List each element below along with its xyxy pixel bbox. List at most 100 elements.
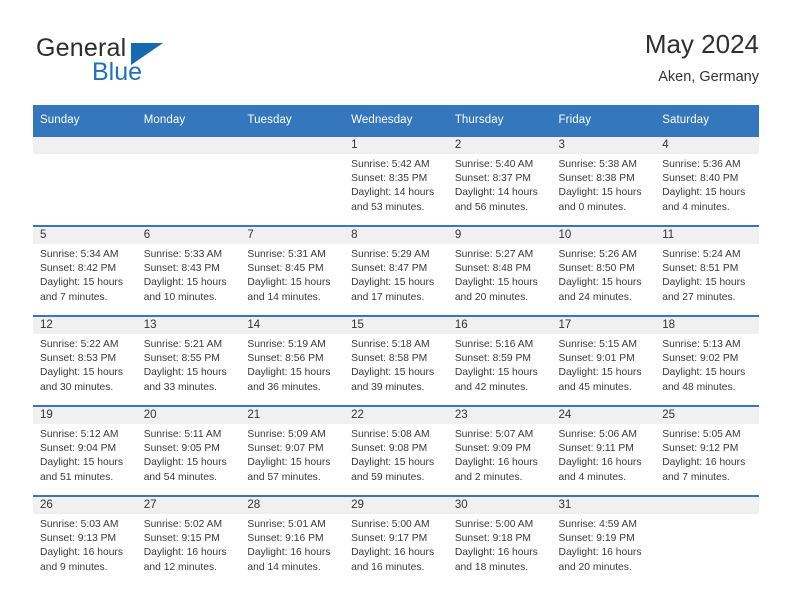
- sunset-text: Sunset: 8:50 PM: [558, 263, 635, 275]
- daylight-text-line2: and 48 minutes.: [662, 381, 736, 393]
- daylight-text-line1: Daylight: 14 hours: [351, 187, 435, 199]
- brand-name-blue: Blue: [92, 58, 143, 86]
- calendar-week-row: 1 Sunrise: 5:42 AM Sunset: 8:35 PM Daylight…: [33, 135, 759, 226]
- day-cell[interactable]: 6 Sunrise: 5:33 AM Sunset: 8:43 PM Daylight…: [136, 225, 241, 316]
- day-details: Sunrise: 5:00 AM Sunset: 9:17 PM Daylight:…: [344, 514, 448, 575]
- day-number: 15: [344, 317, 448, 334]
- daylight-text-line2: and 30 minutes.: [40, 381, 114, 393]
- day-number: 14: [240, 317, 345, 334]
- day-cell[interactable]: 19 Sunrise: 5:12 AM Sunset: 9:04 PM Dayligh…: [33, 405, 137, 496]
- day-number: 9: [447, 227, 552, 244]
- day-details: Sunrise: 4:59 AM Sunset: 9:19 PM Daylight:…: [552, 514, 656, 575]
- daylight-text-line2: and 7 minutes.: [40, 291, 108, 303]
- day-details: Sunrise: 5:24 AM Sunset: 8:51 PM Daylight:…: [655, 244, 759, 305]
- brand-logo[interactable]: General Blue: [36, 34, 266, 94]
- day-cell[interactable]: 29 Sunrise: 5:00 AM Sunset: 9:17 PM Dayligh…: [344, 495, 448, 585]
- sunrise-text: Sunrise: 5:09 AM: [247, 429, 326, 440]
- day-cell[interactable]: 23 Sunrise: 5:07 AM Sunset: 9:09 PM Dayligh…: [447, 405, 552, 496]
- day-cell[interactable]: 30 Sunrise: 5:00 AM Sunset: 9:18 PM Dayligh…: [447, 495, 552, 585]
- day-details: Sunrise: 5:03 AM Sunset: 9:13 PM Daylight:…: [33, 514, 137, 575]
- day-cell[interactable]: 3 Sunrise: 5:38 AM Sunset: 8:38 PM Daylight…: [551, 135, 656, 226]
- day-cell[interactable]: 25 Sunrise: 5:05 AM Sunset: 9:12 PM Dayligh…: [655, 405, 759, 496]
- daylight-text-line1: Daylight: 16 hours: [558, 547, 642, 559]
- day-number: 8: [344, 227, 448, 244]
- day-number: [240, 137, 345, 154]
- daylight-text-line1: Daylight: 15 hours: [247, 367, 331, 379]
- daylight-text-line1: Daylight: 15 hours: [558, 367, 642, 379]
- day-number: 10: [551, 227, 656, 244]
- day-cell[interactable]: 31 Sunrise: 4:59 AM Sunset: 9:19 PM Dayligh…: [551, 495, 656, 585]
- day-cell[interactable]: 7 Sunrise: 5:31 AM Sunset: 8:45 PM Daylight…: [240, 225, 345, 316]
- sunrise-text: Sunrise: 5:07 AM: [454, 429, 534, 440]
- sunrise-text: Sunrise: 5:21 AM: [143, 339, 223, 350]
- daylight-text-line2: and 59 minutes.: [351, 471, 425, 483]
- day-number: 3: [551, 137, 656, 154]
- daylight-text-line2: and 14 minutes.: [247, 291, 321, 303]
- daylight-text-line1: Daylight: 15 hours: [143, 277, 227, 289]
- day-details: Sunrise: 5:19 AM Sunset: 8:56 PM Daylight:…: [240, 334, 344, 395]
- day-number: 16: [447, 317, 552, 334]
- sunrise-text: Sunrise: 5:00 AM: [454, 519, 534, 530]
- sunset-text: Sunset: 9:16 PM: [247, 533, 324, 545]
- weekday-header-monday: Monday: [136, 105, 241, 136]
- day-cell[interactable]: 27 Sunrise: 5:02 AM Sunset: 9:15 PM Dayligh…: [136, 495, 241, 585]
- sunset-text: Sunset: 9:02 PM: [662, 353, 739, 365]
- daylight-text-line1: Daylight: 16 hours: [662, 457, 746, 469]
- day-cell[interactable]: 22 Sunrise: 5:08 AM Sunset: 9:08 PM Dayligh…: [344, 405, 448, 496]
- day-cell[interactable]: 18 Sunrise: 5:13 AM Sunset: 9:02 PM Dayligh…: [655, 315, 759, 406]
- day-number: 29: [344, 497, 448, 514]
- day-cell[interactable]: 4 Sunrise: 5:36 AM Sunset: 8:40 PM Daylight…: [655, 135, 759, 226]
- day-cell[interactable]: 2 Sunrise: 5:40 AM Sunset: 8:37 PM Daylight…: [447, 135, 552, 226]
- day-cell[interactable]: 10 Sunrise: 5:26 AM Sunset: 8:50 PM Dayligh…: [551, 225, 656, 316]
- day-details: Sunrise: 5:11 AM Sunset: 9:05 PM Daylight:…: [137, 424, 241, 485]
- daylight-text-line1: Daylight: 16 hours: [454, 547, 538, 559]
- day-cell[interactable]: 15 Sunrise: 5:18 AM Sunset: 8:58 PM Dayligh…: [344, 315, 448, 406]
- calendar-table: Sunday Monday Tuesday Wednesday Thursday…: [33, 105, 759, 585]
- daylight-text-line2: and 51 minutes.: [40, 471, 114, 483]
- sunset-text: Sunset: 8:51 PM: [662, 263, 739, 275]
- calendar-week-row: 26 Sunrise: 5:03 AM Sunset: 9:13 PM Dayligh…: [33, 495, 759, 585]
- day-details: Sunrise: 5:29 AM Sunset: 8:47 PM Daylight:…: [344, 244, 448, 305]
- day-cell[interactable]: 28 Sunrise: 5:01 AM Sunset: 9:16 PM Dayligh…: [240, 495, 345, 585]
- day-cell[interactable]: 17 Sunrise: 5:15 AM Sunset: 9:01 PM Dayligh…: [551, 315, 656, 406]
- daylight-text-line2: and 10 minutes.: [143, 291, 217, 303]
- calendar-week-row: 12 Sunrise: 5:22 AM Sunset: 8:53 PM Dayligh…: [33, 315, 759, 406]
- day-cell[interactable]: 21 Sunrise: 5:09 AM Sunset: 9:07 PM Dayligh…: [240, 405, 345, 496]
- daylight-text-line1: Daylight: 15 hours: [40, 277, 123, 289]
- day-cell-empty: [33, 135, 137, 226]
- day-details: Sunrise: 5:38 AM Sunset: 8:38 PM Daylight:…: [552, 154, 656, 215]
- daylight-text-line1: Daylight: 15 hours: [662, 367, 746, 379]
- sunset-text: Sunset: 8:38 PM: [558, 173, 635, 185]
- sunrise-text: Sunrise: 5:27 AM: [454, 249, 534, 260]
- daylight-text-line2: and 42 minutes.: [454, 381, 529, 393]
- day-cell[interactable]: 1 Sunrise: 5:42 AM Sunset: 8:35 PM Daylight…: [344, 135, 448, 226]
- day-number: [33, 137, 137, 154]
- sunset-text: Sunset: 9:09 PM: [454, 443, 531, 455]
- day-cell[interactable]: 12 Sunrise: 5:22 AM Sunset: 8:53 PM Dayligh…: [33, 315, 137, 406]
- day-number: [655, 497, 759, 514]
- sunrise-text: Sunrise: 5:29 AM: [351, 249, 430, 260]
- day-cell[interactable]: 24 Sunrise: 5:06 AM Sunset: 9:11 PM Dayligh…: [551, 405, 656, 496]
- day-cell[interactable]: 20 Sunrise: 5:11 AM Sunset: 9:05 PM Dayligh…: [136, 405, 241, 496]
- sunset-text: Sunset: 9:01 PM: [558, 353, 635, 365]
- day-cell[interactable]: 9 Sunrise: 5:27 AM Sunset: 8:48 PM Daylight…: [447, 225, 552, 316]
- sunrise-text: Sunrise: 5:18 AM: [351, 339, 430, 350]
- day-cell[interactable]: 11 Sunrise: 5:24 AM Sunset: 8:51 PM Dayligh…: [655, 225, 759, 316]
- day-number: 12: [33, 317, 137, 334]
- sunrise-text: Sunrise: 5:03 AM: [40, 519, 119, 530]
- day-cell[interactable]: 14 Sunrise: 5:19 AM Sunset: 8:56 PM Dayligh…: [240, 315, 345, 406]
- day-details: Sunrise: 5:36 AM Sunset: 8:40 PM Daylight:…: [655, 154, 759, 215]
- day-number: 22: [344, 407, 448, 424]
- day-cell[interactable]: 26 Sunrise: 5:03 AM Sunset: 9:13 PM Dayligh…: [33, 495, 137, 585]
- day-cell[interactable]: 8 Sunrise: 5:29 AM Sunset: 8:47 PM Daylight…: [344, 225, 448, 316]
- sunset-text: Sunset: 8:47 PM: [351, 263, 428, 275]
- day-number: 21: [240, 407, 345, 424]
- day-cell[interactable]: 5 Sunrise: 5:34 AM Sunset: 8:42 PM Daylight…: [33, 225, 137, 316]
- day-cell[interactable]: 16 Sunrise: 5:16 AM Sunset: 8:59 PM Dayligh…: [447, 315, 552, 406]
- day-cell[interactable]: 13 Sunrise: 5:21 AM Sunset: 8:55 PM Dayligh…: [136, 315, 241, 406]
- daylight-text-line1: Daylight: 15 hours: [351, 457, 435, 469]
- weekday-header-sunday: Sunday: [33, 105, 137, 136]
- day-cell-empty: [136, 135, 241, 226]
- daylight-text-line1: Daylight: 16 hours: [351, 547, 435, 559]
- sunrise-text: Sunrise: 5:31 AM: [247, 249, 326, 260]
